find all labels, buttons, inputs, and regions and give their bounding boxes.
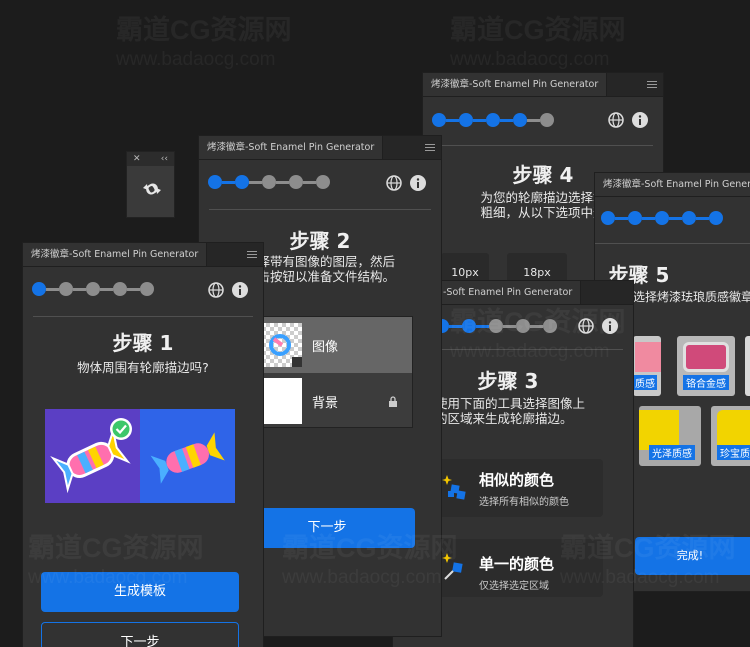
globe-icon[interactable] xyxy=(577,317,595,335)
tab-bar: 烤漆徽章-Soft Enamel Pin Generator xyxy=(23,243,263,267)
divider xyxy=(595,243,750,244)
finish-label: 珍宝质感 xyxy=(717,445,750,460)
layer-image[interactable]: 图像 xyxy=(256,317,412,373)
tab-title[interactable]: 烤漆徽章-Soft Enamel Pin Generator xyxy=(423,73,608,96)
collapsed-panel[interactable]: ✕ ‹‹ xyxy=(126,151,175,218)
info-icon[interactable] xyxy=(601,317,619,335)
next-button[interactable]: 下一步 xyxy=(239,508,415,548)
layer-thumbnail xyxy=(262,323,302,367)
finish-swatch-5[interactable]: 珍宝质感 xyxy=(711,406,750,466)
watermark: 霸道CG资源网www.badaocg.com xyxy=(116,15,292,70)
panel-icons xyxy=(385,174,427,192)
layer-name: 图像 xyxy=(312,340,339,355)
generate-template-button[interactable]: 生成模板 xyxy=(41,572,239,612)
lock-icon xyxy=(388,393,398,412)
menu-icon[interactable] xyxy=(647,73,657,96)
step-dot-5 xyxy=(540,113,554,127)
step-dot-3 xyxy=(486,113,500,127)
magic-wand-icon xyxy=(441,473,471,507)
globe-icon[interactable] xyxy=(607,111,625,129)
step-description: 选择烤漆珐琅质感徽章 xyxy=(633,290,750,304)
option-with-outline[interactable] xyxy=(45,409,140,503)
finish-label: 质感 xyxy=(633,375,657,390)
step-dot-2 xyxy=(459,113,473,127)
step-progress xyxy=(432,113,554,127)
collapse-icon[interactable]: ‹‹ xyxy=(161,152,168,166)
panel-icons xyxy=(207,281,249,299)
candy-plain-icon xyxy=(150,432,225,484)
divider xyxy=(437,349,623,350)
globe-icon[interactable] xyxy=(385,174,403,192)
watermark: 霸道CG资源网www.badaocg.com xyxy=(450,15,626,70)
finish-swatch-4[interactable]: 光泽质感 xyxy=(639,406,701,466)
panel-icons xyxy=(577,317,619,335)
info-icon[interactable] xyxy=(409,174,427,192)
step-progress xyxy=(208,175,330,189)
step-progress xyxy=(32,282,154,296)
tab-bar: 烤漆徽章-Soft Enamel Pin Generator xyxy=(595,173,750,197)
tab-title[interactable]: 烤漆徽章-Soft Enamel Pin Generator xyxy=(199,136,384,159)
info-icon[interactable] xyxy=(631,111,649,129)
outline-choice xyxy=(45,409,235,503)
close-icon[interactable]: ✕ xyxy=(133,152,141,166)
single-color-tool[interactable]: 单一的颜色 仅选择选定区域 xyxy=(433,539,603,597)
tool-subtitle: 选择所有相似的颜色 xyxy=(479,497,569,508)
layer-background[interactable]: 背景 xyxy=(256,374,412,429)
option-label: 18px xyxy=(523,266,551,279)
similar-color-tool[interactable]: 相似的颜色 选择所有相似的颜色 xyxy=(433,459,603,517)
panel-icons xyxy=(607,111,649,129)
tab-title[interactable]: 烤漆徽章-Soft Enamel Pin Generator xyxy=(23,243,208,266)
tab-title[interactable]: 烤漆徽章-Soft Enamel Pin Generator xyxy=(595,173,750,196)
tab-bar: 烤漆徽章-Soft Enamel Pin Generator xyxy=(423,73,663,97)
step1-panel: 烤漆徽章-Soft Enamel Pin Generator 步骤 1 物体周围… xyxy=(22,242,264,647)
option-label: 10px xyxy=(451,266,479,279)
divider xyxy=(209,209,431,210)
step-dot-4 xyxy=(513,113,527,127)
finish-swatch-3[interactable] xyxy=(745,336,750,396)
tool-title: 单一的颜色 xyxy=(479,555,555,573)
step-description: 物体周围有轮廓描边吗? xyxy=(77,360,209,375)
done-button[interactable]: 完成! xyxy=(635,537,750,575)
step-dot-1 xyxy=(432,113,446,127)
layer-name: 背景 xyxy=(312,396,339,411)
candy-outlined-icon xyxy=(50,418,132,494)
finish-label: 铬合金感 xyxy=(683,375,729,390)
layer-panel: 图像 背景 xyxy=(255,316,413,428)
globe-icon[interactable] xyxy=(207,281,225,299)
step-title: 步骤 1 xyxy=(112,331,174,355)
info-icon[interactable] xyxy=(231,281,249,299)
divider xyxy=(33,316,253,317)
tool-title: 相似的颜色 xyxy=(479,471,555,489)
step-progress xyxy=(601,211,723,225)
option-without-outline[interactable] xyxy=(140,409,235,503)
magic-wand-icon xyxy=(441,551,471,585)
finish-swatch-1[interactable]: 质感 xyxy=(633,336,661,396)
tool-subtitle: 仅选择选定区域 xyxy=(479,581,549,592)
finish-swatch-2[interactable]: 铬合金感 xyxy=(677,336,735,396)
collapsed-panel-header: ✕ ‹‹ xyxy=(127,152,174,166)
desc-line-2: 的区域来生成轮廓描边。 xyxy=(435,411,573,426)
layer-thumbnail xyxy=(262,378,302,424)
desc-line-1: 使用下面的工具选择图像上 xyxy=(435,396,586,411)
menu-icon[interactable] xyxy=(247,243,257,266)
next-button[interactable]: 下一步 xyxy=(41,622,239,647)
candy-icon[interactable] xyxy=(141,178,163,204)
menu-icon[interactable] xyxy=(425,136,435,159)
tab-bar: 烤漆徽章-Soft Enamel Pin Generator xyxy=(199,136,441,160)
step-description: 使用下面的工具选择图像上 的区域来生成轮廓描边。 xyxy=(423,396,603,426)
step-progress xyxy=(435,319,557,333)
divider xyxy=(433,145,653,146)
finish-label: 光泽质感 xyxy=(649,445,695,460)
